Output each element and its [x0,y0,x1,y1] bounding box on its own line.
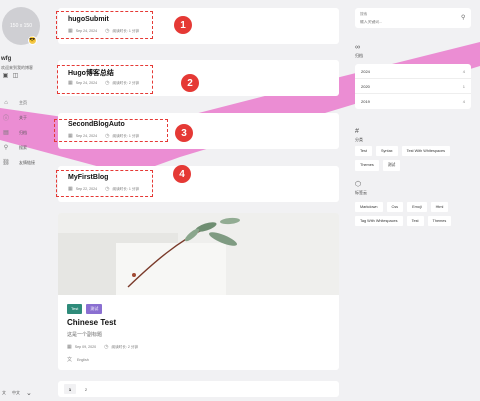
article-card[interactable]: MyFirstBlog ▦ Sep 22, 2024 ◷ 阅读时长: 1 分钟 [56,166,339,202]
info-icon: ⓘ [2,116,9,122]
calendar-icon: ▦ [67,344,72,350]
tag-chip[interactable]: Emoji [407,202,427,212]
hashtag-icon: # [355,128,359,135]
tag-chip[interactable]: Html [430,202,449,212]
article-title[interactable]: Chinese Test [67,318,116,327]
article-language-label: English [77,357,89,362]
category-chip[interactable]: Test [355,146,372,156]
category-chip[interactable]: Syntax [375,146,398,156]
pagination: 1 2 [58,381,339,397]
category-tag[interactable]: Test [67,304,83,314]
sidebar-item-home[interactable]: ⌂ 主页 [1,95,47,110]
article-card[interactable]: SecondBlogAuto ▦ Sep 24, 2024 ◷ 阅读时长: 1 … [54,113,339,149]
archive-icon: ▤ [3,130,9,136]
sidebar-item-label: 搜索 [19,144,27,150]
categories-list: Test Syntax Test With Whitespaces Themes… [355,146,471,171]
annotation-box [57,65,153,94]
tags-widget-header: ⬡ 标签云 [355,181,367,196]
annotation-box [56,11,153,39]
article-date: Sep 09, 2020 [74,345,97,349]
annotation-number-badge: 3 [175,124,193,142]
annotation-number-badge: 2 [181,74,199,92]
search-label: 搜索 [360,12,368,16]
search-icon: ⚲ [3,145,9,151]
sidebar-item-about[interactable]: ⓘ 关于 [1,110,47,125]
archives-widget-header: ∞ 归档 [355,44,363,59]
plant-image [58,213,339,303]
tags-title: 标签云 [355,190,367,195]
site-name: wfg [1,56,12,62]
page-button-2[interactable]: 2 [80,384,92,394]
featured-article-card[interactable]: Test 测试 Chinese Test 这是一个副标题 ▦ Sep 09, 2… [58,213,339,370]
sidebar-item-label: 主页 [19,99,27,105]
tags-cloud: Markdown Css Emoji Html Tag With Whitesp… [355,202,471,226]
social-links: ▣ ◫ [2,73,19,80]
archive-year: 2019 [361,99,370,104]
sidebar-item-label: 关于 [19,114,27,120]
tag-chip[interactable]: Css [386,202,404,212]
archives-title: 归档 [355,53,363,58]
article-card[interactable]: Hugo博客总结 ▦ Sep 24, 2024 ◷ 阅读时长: 2 分钟 [57,60,339,96]
annotation-number-badge: 4 [173,165,191,183]
bilibili-icon[interactable]: ◫ [12,73,19,80]
annotation-box [54,119,168,142]
categories-title: 分类 [355,137,363,142]
article-tags: Test 测试 [67,304,103,314]
archive-year: 2024 [361,68,370,74]
tag-chip[interactable]: Markdown [355,202,383,212]
article-language[interactable]: 文 English [67,356,89,363]
archive-count: 4 [462,99,465,104]
site-description: 欢迎来到我的博客 [1,65,33,70]
article-cover-image[interactable] [58,213,339,303]
sidebar-item-label: 归档 [19,129,27,135]
clock-icon: ◷ [104,344,109,350]
tag-chip[interactable]: Test [406,216,424,226]
home-icon: ⌂ [4,99,8,106]
tag-chip[interactable]: Tag With Whitespaces [355,216,403,226]
article-meta: ▦ Sep 09, 2020 ◷ 阅读时长: 2 分钟 [67,344,138,350]
annotation-box [56,170,153,197]
github-icon[interactable]: ▣ [2,73,9,80]
article-card[interactable]: hugoSubmit ▦ Sep 24, 2024 ◷ 阅读时长: 1 分钟 [56,8,339,44]
infinity-icon: ∞ [355,44,360,51]
archives-list: 2024 4 2020 1 2019 4 [355,64,471,109]
article-read-time: 阅读时长: 2 分钟 [111,344,139,349]
category-chip[interactable]: Test With Whitespaces [401,146,450,156]
sidebar-item-links[interactable]: ⛓ 友情链接 [1,155,47,170]
tag-icon: ⬡ [355,181,362,188]
translate-icon: 文 [2,390,6,395]
avatar-emoji-badge: 😎 [28,36,37,45]
article-subtitle: 这是一个副标题 [67,332,103,338]
archive-row[interactable]: 2020 1 [355,79,471,94]
archive-year: 2020 [361,83,370,89]
categories-widget-header: # 分类 [355,128,363,143]
search-widget: 搜索 ⚲ [355,8,471,28]
search-icon[interactable]: ⚲ [461,14,465,21]
archive-row[interactable]: 2024 4 [355,64,471,79]
annotation-number-badge: 1 [174,16,192,34]
sidebar-item-archives[interactable]: ▤ 归档 [1,125,47,140]
chevron-down-icon: ⌄ [26,390,32,397]
archive-count: 1 [462,83,465,89]
link-icon: ⛓ [2,160,10,166]
page-button-1[interactable]: 1 [64,384,76,394]
language-switcher[interactable]: 文 中文 ⌄ [2,389,32,397]
sidebar-menu: ⌂ 主页 ⓘ 关于 ▤ 归档 ⚲ 搜索 ⛓ 友情链接 [1,95,47,170]
archive-row[interactable]: 2019 4 [355,94,471,109]
category-tag[interactable]: 测试 [86,304,103,314]
translate-icon: 文 [67,357,73,363]
tag-chip[interactable]: Themes [427,216,452,226]
category-chip[interactable]: 测试 [382,160,401,171]
language-label: 中文 [12,390,20,395]
left-sidebar: 150 x 150 😎 wfg 欢迎来到我的博客 ▣ ◫ ⌂ 主页 ⓘ 关于 ▤… [0,0,50,401]
search-input[interactable] [360,18,455,25]
category-chip[interactable]: Themes [355,160,379,171]
sidebar-item-label: 友情链接 [19,159,35,165]
archive-count: 4 [462,68,465,74]
sidebar-item-search[interactable]: ⚲ 搜索 [1,140,47,155]
